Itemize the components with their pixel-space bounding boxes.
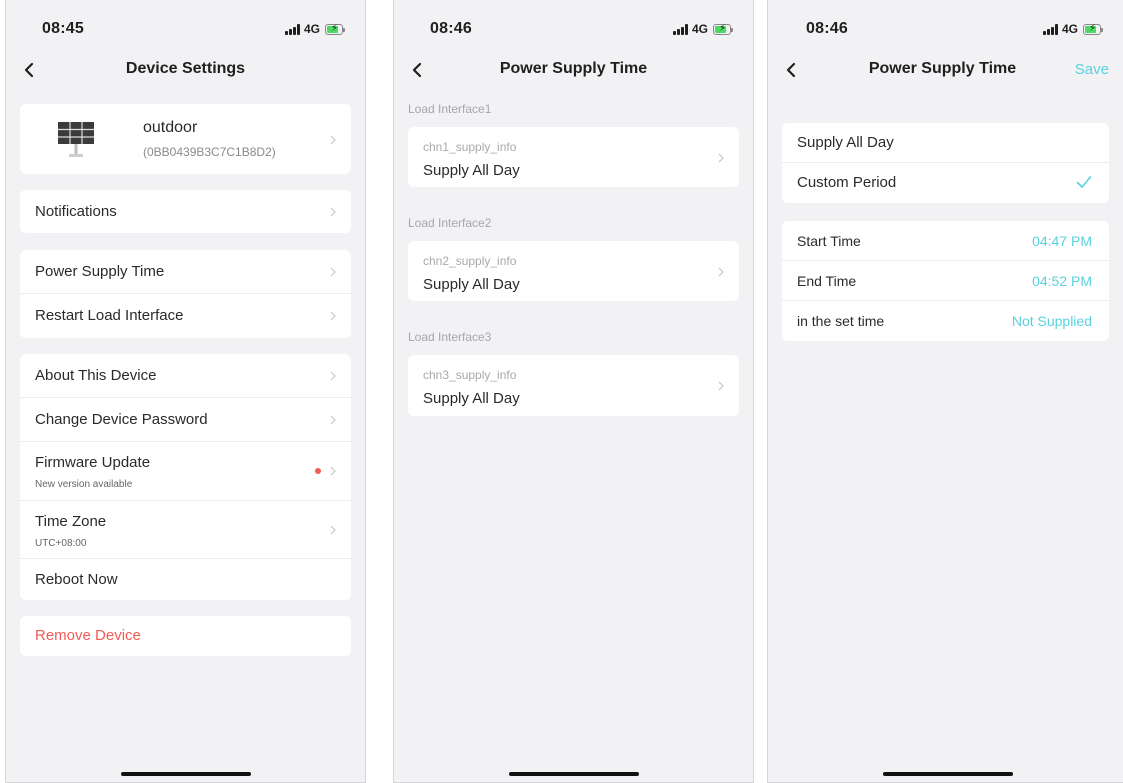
end-time-item[interactable]: End Time 04:52 PM	[782, 261, 1109, 301]
time-settings-card: Start Time 04:47 PM End Time 04:52 PM in…	[782, 221, 1109, 341]
remove-device-button[interactable]: Remove Device	[20, 616, 351, 656]
section-label: Load Interface2	[408, 216, 492, 230]
network-type: 4G	[691, 22, 708, 36]
load-settings-card: Power Supply Time Restart Load Interface	[20, 250, 351, 338]
device-card[interactable]: outdoor (0BB0439B3C7C1B8D2)	[20, 104, 351, 174]
power-supply-time-screen: 08:46 4G ⚡ Power Supply Time Load Interf…	[393, 0, 754, 783]
load-interface-2-card[interactable]: chn2_supply_info Supply All Day	[408, 241, 739, 301]
status-bar: 08:46 4G ⚡	[394, 0, 753, 48]
firmware-update-label: Firmware Update	[35, 454, 151, 471]
power-supply-time-label: Power Supply Time	[35, 263, 165, 280]
load-interface-3-card[interactable]: chn3_supply_info Supply All Day	[408, 355, 739, 416]
device-settings-screen: 08:45 4G ⚡ Device Settings outdoor (0BB0…	[5, 0, 366, 783]
chevron-right-icon	[717, 381, 725, 391]
save-button[interactable]: Save	[1075, 61, 1109, 78]
firmware-update-status: New version available	[35, 479, 133, 490]
supply-info-value: Supply All Day	[423, 390, 520, 407]
page-title: Power Supply Time	[868, 60, 1017, 77]
in-set-time-value: Not Supplied	[1011, 313, 1092, 329]
device-name: outdoor	[143, 119, 198, 136]
supply-info-key: chn2_supply_info	[423, 254, 517, 268]
home-indicator	[508, 772, 639, 776]
supply-all-day-label: Supply All Day	[797, 134, 894, 151]
signal-icon	[672, 23, 688, 35]
supply-info-value: Supply All Day	[423, 276, 520, 293]
custom-period-label: Custom Period	[797, 174, 897, 191]
chevron-right-icon	[329, 371, 337, 381]
notifications-card: Notifications	[20, 190, 351, 233]
supply-all-day-option[interactable]: Supply All Day	[782, 123, 1109, 163]
custom-period-option[interactable]: Custom Period	[782, 163, 1109, 203]
status-indicators: 4G ⚡	[284, 22, 345, 36]
status-bar: 08:45 4G ⚡	[6, 0, 365, 48]
nav-bar: Power Supply Time Save	[768, 52, 1123, 88]
supply-info-value: Supply All Day	[423, 162, 520, 179]
chevron-right-icon	[717, 153, 725, 163]
chevron-right-icon	[329, 466, 337, 476]
chevron-right-icon	[329, 525, 337, 535]
nav-bar: Power Supply Time	[394, 52, 753, 88]
battery-charging-icon: ⚡	[1083, 23, 1103, 35]
chevron-right-icon	[329, 207, 337, 217]
checkmark-icon	[1076, 175, 1092, 194]
battery-charging-icon: ⚡	[325, 23, 345, 35]
section-label: Load Interface3	[408, 330, 492, 344]
about-device-item[interactable]: About This Device	[20, 354, 351, 398]
notifications-label: Notifications	[35, 203, 117, 220]
device-info-card: About This Device Change Device Password…	[20, 354, 351, 600]
change-password-label: Change Device Password	[35, 411, 208, 428]
remove-device-card: Remove Device	[20, 616, 351, 656]
page-title: Device Settings	[125, 60, 246, 77]
reboot-now-item[interactable]: Reboot Now	[20, 559, 351, 600]
signal-icon	[1042, 23, 1058, 35]
end-time-label: End Time	[797, 273, 857, 289]
solar-panel-icon	[56, 120, 96, 165]
restart-load-interface-item[interactable]: Restart Load Interface	[20, 294, 351, 338]
start-time-value: 04:47 PM	[1032, 233, 1092, 249]
about-device-label: About This Device	[35, 367, 157, 384]
status-time: 08:45	[42, 20, 84, 37]
time-zone-value: UTC+08:00	[35, 538, 87, 549]
start-time-label: Start Time	[797, 233, 861, 249]
reboot-now-label: Reboot Now	[35, 571, 118, 588]
in-set-time-label: in the set time	[797, 313, 885, 329]
home-indicator	[120, 772, 251, 776]
supply-mode-card: Supply All Day Custom Period	[782, 123, 1109, 203]
status-time: 08:46	[430, 20, 472, 37]
chevron-right-icon	[717, 267, 725, 277]
chevron-right-icon	[329, 311, 337, 321]
in-set-time-item[interactable]: in the set time Not Supplied	[782, 301, 1109, 341]
load-interface-1-card[interactable]: chn1_supply_info Supply All Day	[408, 127, 739, 187]
signal-icon	[284, 23, 300, 35]
chevron-right-icon	[329, 267, 337, 277]
time-zone-item[interactable]: Time Zone UTC+08:00	[20, 501, 351, 559]
status-bar: 08:46 4G ⚡	[768, 0, 1123, 48]
network-type: 4G	[1061, 22, 1078, 36]
status-indicators: 4G ⚡	[672, 22, 733, 36]
supply-info-key: chn3_supply_info	[423, 368, 517, 382]
end-time-value: 04:52 PM	[1032, 273, 1092, 289]
update-dot-icon	[315, 468, 321, 474]
home-indicator	[882, 772, 1013, 776]
page-title: Power Supply Time	[499, 60, 648, 77]
battery-charging-icon: ⚡	[713, 23, 733, 35]
custom-period-screen: 08:46 4G ⚡ Power Supply Time Save Supply…	[767, 0, 1123, 783]
firmware-update-item[interactable]: Firmware Update New version available	[20, 442, 351, 501]
chevron-right-icon	[329, 135, 337, 145]
restart-load-interface-label: Restart Load Interface	[35, 307, 184, 324]
nav-bar: Device Settings	[6, 52, 365, 88]
change-password-item[interactable]: Change Device Password	[20, 398, 351, 442]
notifications-item[interactable]: Notifications	[20, 190, 351, 233]
start-time-item[interactable]: Start Time 04:47 PM	[782, 221, 1109, 261]
supply-info-key: chn1_supply_info	[423, 140, 517, 154]
section-label: Load Interface1	[408, 102, 492, 116]
status-time: 08:46	[806, 20, 848, 37]
remove-device-label: Remove Device	[35, 627, 141, 644]
status-indicators: 4G ⚡	[1042, 22, 1103, 36]
network-type: 4G	[303, 22, 320, 36]
device-id: (0BB0439B3C7C1B8D2)	[143, 145, 276, 159]
chevron-right-icon	[329, 415, 337, 425]
power-supply-time-item[interactable]: Power Supply Time	[20, 250, 351, 294]
time-zone-label: Time Zone	[35, 513, 107, 530]
